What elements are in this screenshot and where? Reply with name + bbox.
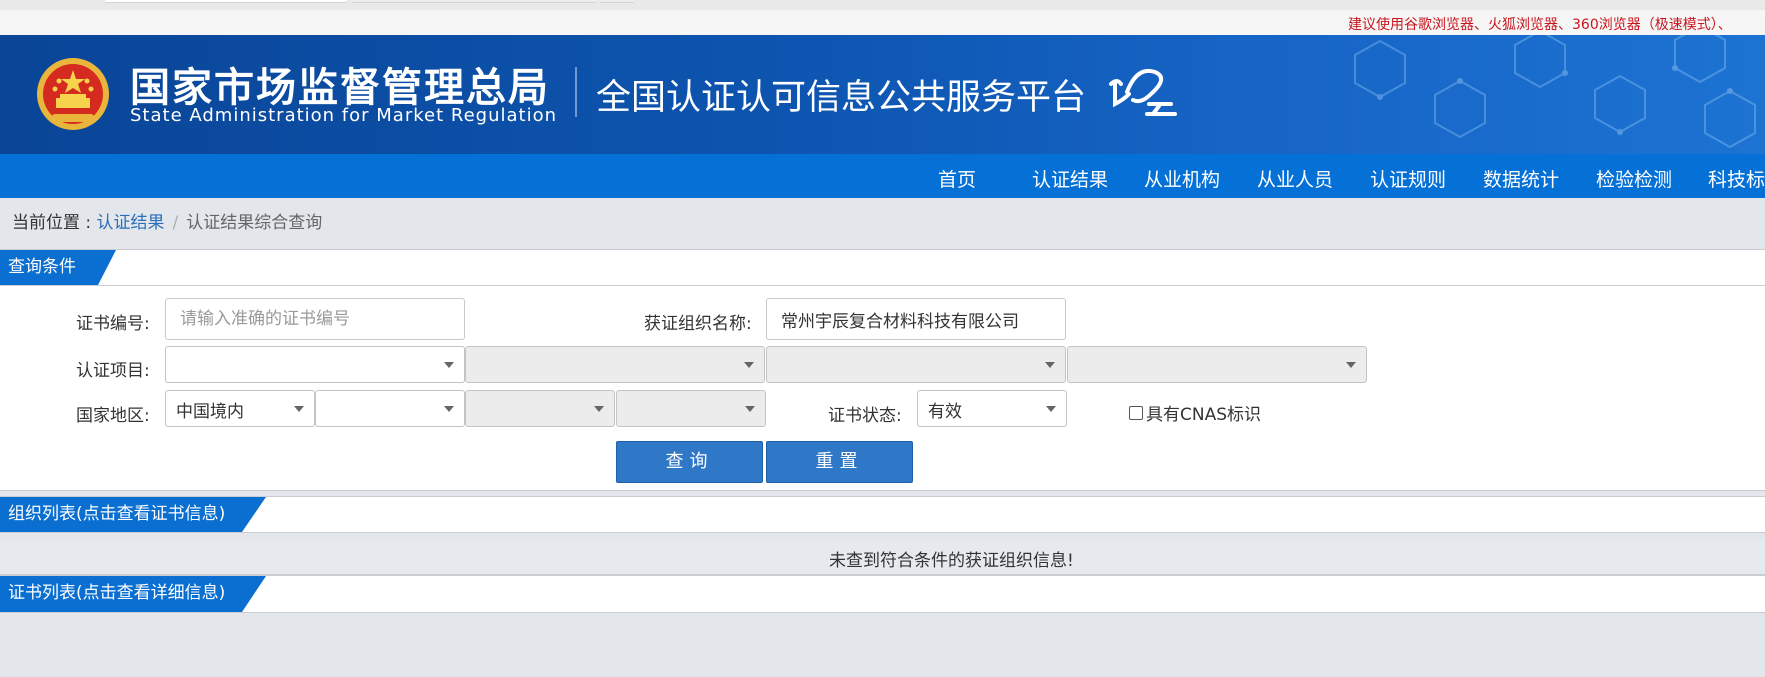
region-select-province[interactable] [315, 390, 465, 427]
nav-item-practitioners[interactable]: 从业人员 [1257, 165, 1333, 192]
org-list-header: 组织列表(点击查看证书信息) [0, 496, 1765, 533]
cert-item-select-3[interactable] [766, 346, 1066, 383]
chevron-down-icon [1045, 362, 1055, 368]
breadcrumb: 当前位置 : 认证结果 / 认证结果综合查询 [12, 208, 322, 233]
query-panel-title: 查询条件 [8, 257, 76, 277]
region-select-country[interactable]: 中国境内 [165, 390, 315, 427]
search-button[interactable]: 查询 [616, 441, 763, 483]
query-panel-header: 查询条件 [0, 249, 1765, 286]
chevron-down-icon [1046, 406, 1056, 412]
chevron-down-icon [594, 406, 604, 412]
cert-list-header: 证书列表(点击查看详细信息) [0, 575, 1765, 613]
org-list-empty-message: 未查到符合条件的获证组织信息! [829, 551, 1074, 571]
region-select-city[interactable] [465, 390, 615, 427]
nav-item-cert-results[interactable]: 认证结果 [1032, 165, 1108, 192]
reset-button[interactable]: 重置 [766, 441, 913, 483]
nav-item-home[interactable]: 首页 [938, 165, 976, 192]
cert-item-select-4[interactable] [1067, 346, 1367, 383]
cert-status-select[interactable]: 有效 [917, 390, 1067, 427]
agency-name-english: State Administration for Market Regulati… [130, 105, 557, 126]
national-emblem-icon [37, 58, 109, 130]
nav-item-inspection[interactable]: 检验检测 [1596, 165, 1672, 192]
cnas-checkbox-label: 具有CNAS标识 [1146, 405, 1262, 425]
chevron-down-icon [744, 362, 754, 368]
browser-tab[interactable] [352, 0, 596, 3]
nav-item-tech-standards[interactable]: 科技标 [1708, 165, 1765, 192]
chevron-down-icon [745, 406, 755, 412]
chevron-down-icon [444, 406, 454, 412]
org-list-empty-row: 未查到符合条件的获证组织信息! [0, 539, 1765, 575]
cert-item-select-1[interactable] [165, 346, 465, 383]
org-name-label: 获证组织名称: [644, 314, 752, 334]
chevron-down-icon [294, 406, 304, 412]
nav-item-cert-rules[interactable]: 认证规则 [1370, 165, 1446, 192]
browser-tab[interactable] [600, 0, 634, 3]
org-list-title: 组织列表(点击查看证书信息) [8, 504, 226, 524]
query-panel-tab: 查询条件 [0, 250, 116, 285]
header-divider [575, 67, 577, 117]
cert-status-label: 证书状态: [828, 406, 902, 426]
cert-item-label: 认证项目: [76, 361, 150, 381]
browser-recommendation-text: 建议使用谷歌浏览器、火狐浏览器、360浏览器（极速模式）、 [1348, 17, 1732, 33]
cloud-brand-logo-icon [1109, 69, 1177, 116]
site-header: 国家市场监督管理总局 State Administration for Mark… [0, 35, 1765, 154]
browser-notice-bar: 建议使用谷歌浏览器、火狐浏览器、360浏览器（极速模式）、 [0, 10, 1765, 35]
nav-item-institutions[interactable]: 从业机构 [1144, 165, 1220, 192]
org-name-input[interactable] [766, 298, 1066, 340]
browser-tab-strip [0, 0, 1765, 10]
hexagon-pattern-decoration [1354, 35, 1756, 149]
cert-list-title: 证书列表(点击查看详细信息) [8, 583, 226, 603]
org-list-tab: 组织列表(点击查看证书信息) [0, 497, 266, 532]
breadcrumb-separator: / [172, 213, 179, 233]
region-select-district[interactable] [616, 390, 766, 427]
breadcrumb-link-cert-results[interactable]: 认证结果 [97, 213, 165, 233]
nav-item-statistics[interactable]: 数据统计 [1483, 165, 1559, 192]
platform-title: 全国认证认可信息公共服务平台 [596, 78, 1087, 118]
browser-tab[interactable] [105, 0, 347, 3]
cert-no-label: 证书编号: [76, 314, 150, 334]
cert-no-input[interactable] [165, 298, 465, 340]
chevron-down-icon [1346, 362, 1356, 368]
cnas-checkbox-wrap[interactable]: 具有CNAS标识 [1129, 400, 1261, 425]
cert-list-tab: 证书列表(点击查看详细信息) [0, 576, 266, 612]
region-label: 国家地区: [76, 406, 150, 426]
breadcrumb-prefix: 当前位置 : [12, 213, 97, 233]
chevron-down-icon [444, 362, 454, 368]
main-nav: 首页 认证结果 从业机构 从业人员 认证规则 数据统计 检验检测 科技标 [0, 154, 1765, 198]
cert-item-select-2[interactable] [465, 346, 765, 383]
breadcrumb-current: 认证结果综合查询 [186, 213, 323, 233]
cnas-checkbox[interactable] [1129, 405, 1143, 420]
